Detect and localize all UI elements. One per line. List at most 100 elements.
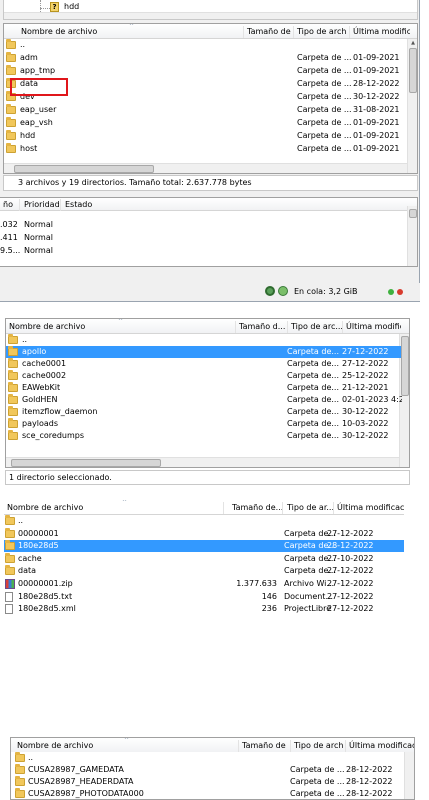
queue-item[interactable]: 9.5... Normal — [0, 245, 405, 257]
column-name[interactable]: Nombre de archivo — [4, 502, 224, 514]
file-name: host — [20, 144, 38, 153]
file-type: Carpeta de ... — [297, 118, 352, 127]
column-type[interactable]: Tipo de arc... — [288, 321, 343, 333]
list-item[interactable]: .. — [4, 39, 409, 51]
column-date[interactable]: Última modific — [343, 321, 401, 333]
file-type: Carpeta de... — [287, 347, 339, 356]
file-icon — [5, 604, 13, 615]
list-item[interactable]: 180e28d5 Carpeta de... 28-12-2022 — [4, 540, 404, 553]
list-item[interactable]: cache0002 Carpeta de... 25-12-2022 — [6, 370, 401, 382]
queue-header: ño Prioridad Estado — [0, 198, 417, 211]
file-name: cache0002 — [22, 371, 67, 380]
list-item[interactable]: .. — [6, 334, 401, 346]
queue-column-status[interactable]: Estado — [62, 199, 122, 211]
list-item[interactable]: CUSA28987_PHOTODATA000 Carpeta de ... 28-1… — [10, 788, 405, 800]
file-date: 28-12-2022 — [346, 777, 393, 786]
tree-line — [40, 8, 50, 9]
file-date: 01-09-2021 — [353, 144, 400, 153]
horizontal-scrollbar[interactable] — [4, 163, 407, 173]
queue-column-size[interactable]: ño — [0, 199, 20, 211]
list-item[interactable]: EAWebKit Carpeta de... 21-12-2021 — [6, 382, 401, 394]
file-date: 27-10-2022 — [327, 553, 374, 563]
scroll-thumb[interactable] — [401, 336, 409, 396]
list-item[interactable]: host Carpeta de ... 01-09-2021 — [4, 143, 409, 155]
file-date: 27-12-2022 — [342, 359, 389, 368]
file-size: 146 — [261, 591, 277, 601]
sort-arrow-icon: ^ — [129, 23, 135, 30]
list-item[interactable]: 00000001.zip 1.377.633 Archivo Wi... 27-12-… — [4, 578, 404, 590]
file-date: 28-12-2022 — [353, 79, 400, 88]
list-item[interactable]: itemzflow_daemon Carpeta de... 30-12-2022 — [6, 406, 401, 418]
folder-icon — [8, 430, 18, 440]
list-item[interactable]: cache0001 Carpeta de... 27-12-2022 — [6, 358, 401, 370]
list-item[interactable]: CUSA28987_HEADERDATA Carpeta de ... 28-12-… — [10, 776, 405, 788]
filter-icon[interactable] — [278, 286, 288, 296]
scroll-thumb[interactable] — [409, 48, 417, 93]
list-item[interactable]: payloads Carpeta de... 10-03-2022 — [6, 418, 401, 430]
file-date: 28-12-2022 — [327, 541, 374, 551]
list-item[interactable]: app_tmp Carpeta de ... 01-09-2021 — [4, 65, 409, 77]
folder-icon — [6, 143, 16, 153]
list-item[interactable]: GoldHEN Carpeta de...02-01-2023 4:23 — [6, 394, 402, 406]
file-date: 01-09-2021 — [353, 66, 400, 75]
hscroll-thumb[interactable] — [11, 459, 161, 467]
list-item[interactable]: eap_vsh Carpeta de ... 01-09-2021 — [4, 117, 409, 129]
file-list-header: Nombre de archivo Tamaño d... Tipo de ar… — [6, 319, 409, 334]
list-item[interactable]: eap_user Carpeta de ... 31-08-2021 — [4, 104, 409, 116]
file-name: 00000001.zip — [18, 579, 73, 588]
vertical-scrollbar[interactable] — [404, 752, 414, 799]
file-date: 01-09-2021 — [353, 53, 400, 62]
settings-icon[interactable] — [265, 286, 275, 296]
file-name: payloads — [22, 419, 58, 428]
scroll-up-icon[interactable]: ▲ — [409, 39, 417, 47]
list-item[interactable]: 180e28d5.txt 146 Document... 27-12-2022 — [4, 591, 404, 603]
queue-item[interactable]: .411 Normal — [0, 232, 405, 244]
column-type[interactable]: Tipo de arch — [294, 26, 350, 38]
file-type: Carpeta de ... — [297, 79, 352, 88]
list-item[interactable]: 180e28d5.xml 236 ProjectLibre 27-12-2022 — [4, 603, 404, 615]
highlight-box — [10, 78, 68, 96]
file-name: .. — [22, 335, 28, 344]
tree-item-hdd[interactable]: hdd — [64, 2, 79, 12]
queue-item[interactable]: .032 Normal — [0, 219, 405, 231]
list-item[interactable]: .. — [10, 752, 405, 764]
column-size[interactable]: Tamaño d... — [236, 321, 288, 333]
file-type: Carpeta de... — [287, 359, 339, 368]
folder-icon — [8, 394, 18, 404]
file-date: 01-09-2021 — [353, 118, 400, 127]
column-size[interactable]: Tamaño de — [244, 26, 294, 38]
hscroll-thumb[interactable] — [14, 165, 154, 173]
queue-scroll-thumb[interactable] — [409, 209, 417, 218]
folder-icon — [15, 752, 25, 762]
column-date[interactable]: Última modifica — [350, 26, 410, 38]
column-date[interactable]: Última modificación — [334, 502, 404, 514]
list-item[interactable]: hdd Carpeta de ... 01-09-2021 — [4, 130, 409, 142]
file-name: 00000001 — [18, 528, 59, 538]
tree-horizontal-scrollbar[interactable] — [4, 12, 417, 19]
list-item[interactable]: sce_coredumps Carpeta de... 30-12-2022 — [6, 430, 401, 442]
list-item[interactable]: cache Carpeta de... 27-10-2022 — [4, 552, 404, 565]
file-date: 27-12-2022 — [327, 579, 374, 588]
list-item[interactable]: 00000001 Carpeta de... 27-12-2022 — [4, 527, 404, 540]
file-date: 30-12-2022 — [342, 431, 389, 440]
file-date: 27-12-2022 — [327, 528, 374, 538]
list-item[interactable]: CUSA28987_GAMEDATA Carpeta de ... 28-12-20… — [10, 764, 405, 776]
queue-column-priority[interactable]: Prioridad — [21, 199, 61, 211]
list-item[interactable]: data Carpeta de... 27-12-2022 — [4, 565, 404, 577]
folder-icon — [8, 334, 18, 344]
archive-icon — [5, 579, 15, 589]
list-item[interactable]: adm Carpeta de ... 01-09-2021 — [4, 52, 409, 64]
folder-icon — [8, 358, 18, 368]
status-text: 1 directorio seleccionado. — [9, 473, 112, 482]
folder-icon — [5, 527, 15, 538]
list-item[interactable]: .. — [4, 515, 404, 527]
list-item[interactable]: apollo Carpeta de... 27-12-2022 — [6, 346, 401, 358]
folder-icon — [6, 104, 16, 114]
column-size[interactable]: Tamaño de... — [229, 502, 283, 514]
queue-vertical-scrollbar[interactable] — [407, 206, 417, 266]
file-type: Carpeta de... — [287, 383, 339, 392]
horizontal-scrollbar[interactable] — [6, 457, 399, 467]
queue-size-label: En cola: 3,2 GiB — [294, 287, 358, 296]
queue-priority: Normal — [24, 246, 53, 255]
column-type[interactable]: Tipo de ar... — [284, 502, 334, 514]
